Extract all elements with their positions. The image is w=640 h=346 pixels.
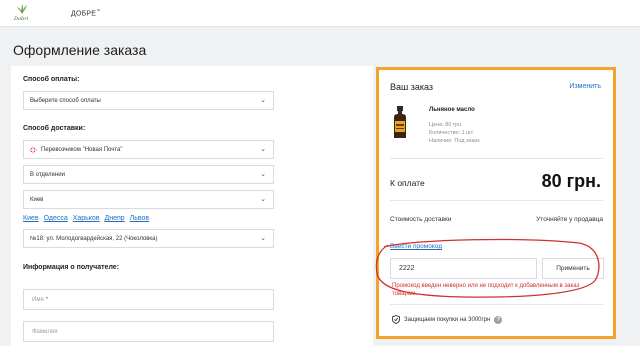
first-name-placeholder: Имя * bbox=[32, 297, 48, 303]
promo-code-link[interactable]: Ввести промокод bbox=[390, 243, 442, 250]
shipping-value: Уточняйте у продавца bbox=[536, 216, 603, 223]
city-link-kyiv[interactable]: Киев bbox=[23, 215, 39, 222]
edit-order-link[interactable]: Изменить bbox=[569, 83, 601, 90]
top-bar: Dobri ДОБРЕ™ bbox=[0, 0, 640, 27]
pay-amount: 80 грн. bbox=[541, 171, 601, 191]
promo-code-input[interactable]: 2222 bbox=[390, 258, 537, 279]
help-icon[interactable]: ? bbox=[494, 316, 503, 325]
branch-select-value: №18: ул. Молодогвардейская, 22 (Чоколовк… bbox=[30, 236, 158, 242]
page-title: Оформление заказа bbox=[13, 42, 147, 58]
brand-text: ДОБРЕ bbox=[71, 10, 97, 18]
payment-select-value: Выберите способ оплаты bbox=[30, 98, 101, 104]
branch-select[interactable]: №18: ул. Молодогвардейская, 22 (Чоколовк… bbox=[23, 229, 274, 248]
shield-icon bbox=[392, 315, 400, 324]
city-link-lviv[interactable]: Львов bbox=[130, 215, 150, 222]
city-link-kharkiv[interactable]: Харьков bbox=[73, 215, 100, 222]
shipping-label: Стоимость доставки bbox=[390, 216, 452, 223]
logo-text: Dobri bbox=[14, 16, 29, 22]
city-link-dnipro[interactable]: Днепр bbox=[105, 215, 125, 222]
nova-poshta-icon bbox=[29, 146, 37, 154]
chevron-down-icon: ⌄ bbox=[260, 196, 266, 203]
city-quick-links: Киев Одесса Харьков Днепр Львов bbox=[23, 215, 152, 222]
chevron-down-icon: ⌄ bbox=[260, 146, 266, 153]
city-link-odesa[interactable]: Одесса bbox=[44, 215, 68, 222]
payment-select[interactable]: Выберите способ оплаты ⌄ bbox=[23, 91, 274, 110]
required-mark: * bbox=[45, 297, 49, 303]
divider bbox=[390, 158, 603, 159]
carrier-select[interactable]: Перевозчиком "Новая Почта" ⌄ bbox=[23, 140, 274, 159]
delivery-label: Способ доставки: bbox=[23, 125, 86, 132]
city-select-value: Киев bbox=[30, 197, 44, 203]
apply-promo-button[interactable]: Применить bbox=[542, 258, 604, 279]
delivery-type-select[interactable]: В отделении ⌄ bbox=[23, 165, 274, 184]
chevron-down-icon: ⌄ bbox=[260, 97, 266, 104]
leaf-logo-icon bbox=[17, 4, 27, 14]
delivery-type-value: В отделении bbox=[30, 172, 65, 178]
first-name-field[interactable]: Имя * bbox=[23, 289, 274, 310]
product-bottle-image[interactable] bbox=[389, 105, 411, 139]
pay-label: К оплате bbox=[390, 178, 425, 188]
divider bbox=[390, 200, 603, 201]
secure-text: Защищаем покупки на 3000грн bbox=[404, 317, 491, 324]
chevron-down-icon: ⌄ bbox=[260, 171, 266, 178]
promo-error-message: Промокод введен неверно или не подходит … bbox=[392, 283, 580, 297]
brand-name[interactable]: ДОБРЕ™ bbox=[71, 8, 100, 17]
chevron-down-icon: ⌄ bbox=[260, 235, 266, 242]
product-price: Цена: 80 грн. bbox=[429, 122, 463, 128]
payment-label: Способ оплаты: bbox=[23, 76, 80, 83]
recipient-label: Информация о получателе: bbox=[23, 264, 120, 271]
city-select[interactable]: Киев ⌄ bbox=[23, 190, 274, 209]
promo-code-value: 2222 bbox=[399, 265, 415, 272]
site-logo[interactable]: Dobri bbox=[12, 3, 32, 25]
divider bbox=[390, 304, 603, 305]
product-availability: Наличие: Под заказ bbox=[429, 138, 480, 144]
checkout-form: Способ оплаты: Выберите способ оплаты ⌄ … bbox=[11, 66, 373, 346]
product-quantity: Количество: 1 шт. bbox=[429, 130, 475, 136]
last-name-field[interactable]: Фамилия bbox=[23, 321, 274, 342]
product-name[interactable]: Льняное масло bbox=[429, 107, 475, 113]
carrier-select-value: Перевозчиком "Новая Почта" bbox=[41, 147, 123, 153]
order-title: Ваш заказ bbox=[390, 82, 434, 92]
secure-purchase-note: Защищаем покупки на 3000грн? bbox=[392, 315, 503, 325]
order-summary-panel: Ваш заказ Изменить Льняное масло Цена: 8… bbox=[376, 67, 616, 339]
first-name-placeholder-text: Имя bbox=[32, 297, 44, 303]
last-name-placeholder: Фамилия bbox=[32, 329, 58, 335]
